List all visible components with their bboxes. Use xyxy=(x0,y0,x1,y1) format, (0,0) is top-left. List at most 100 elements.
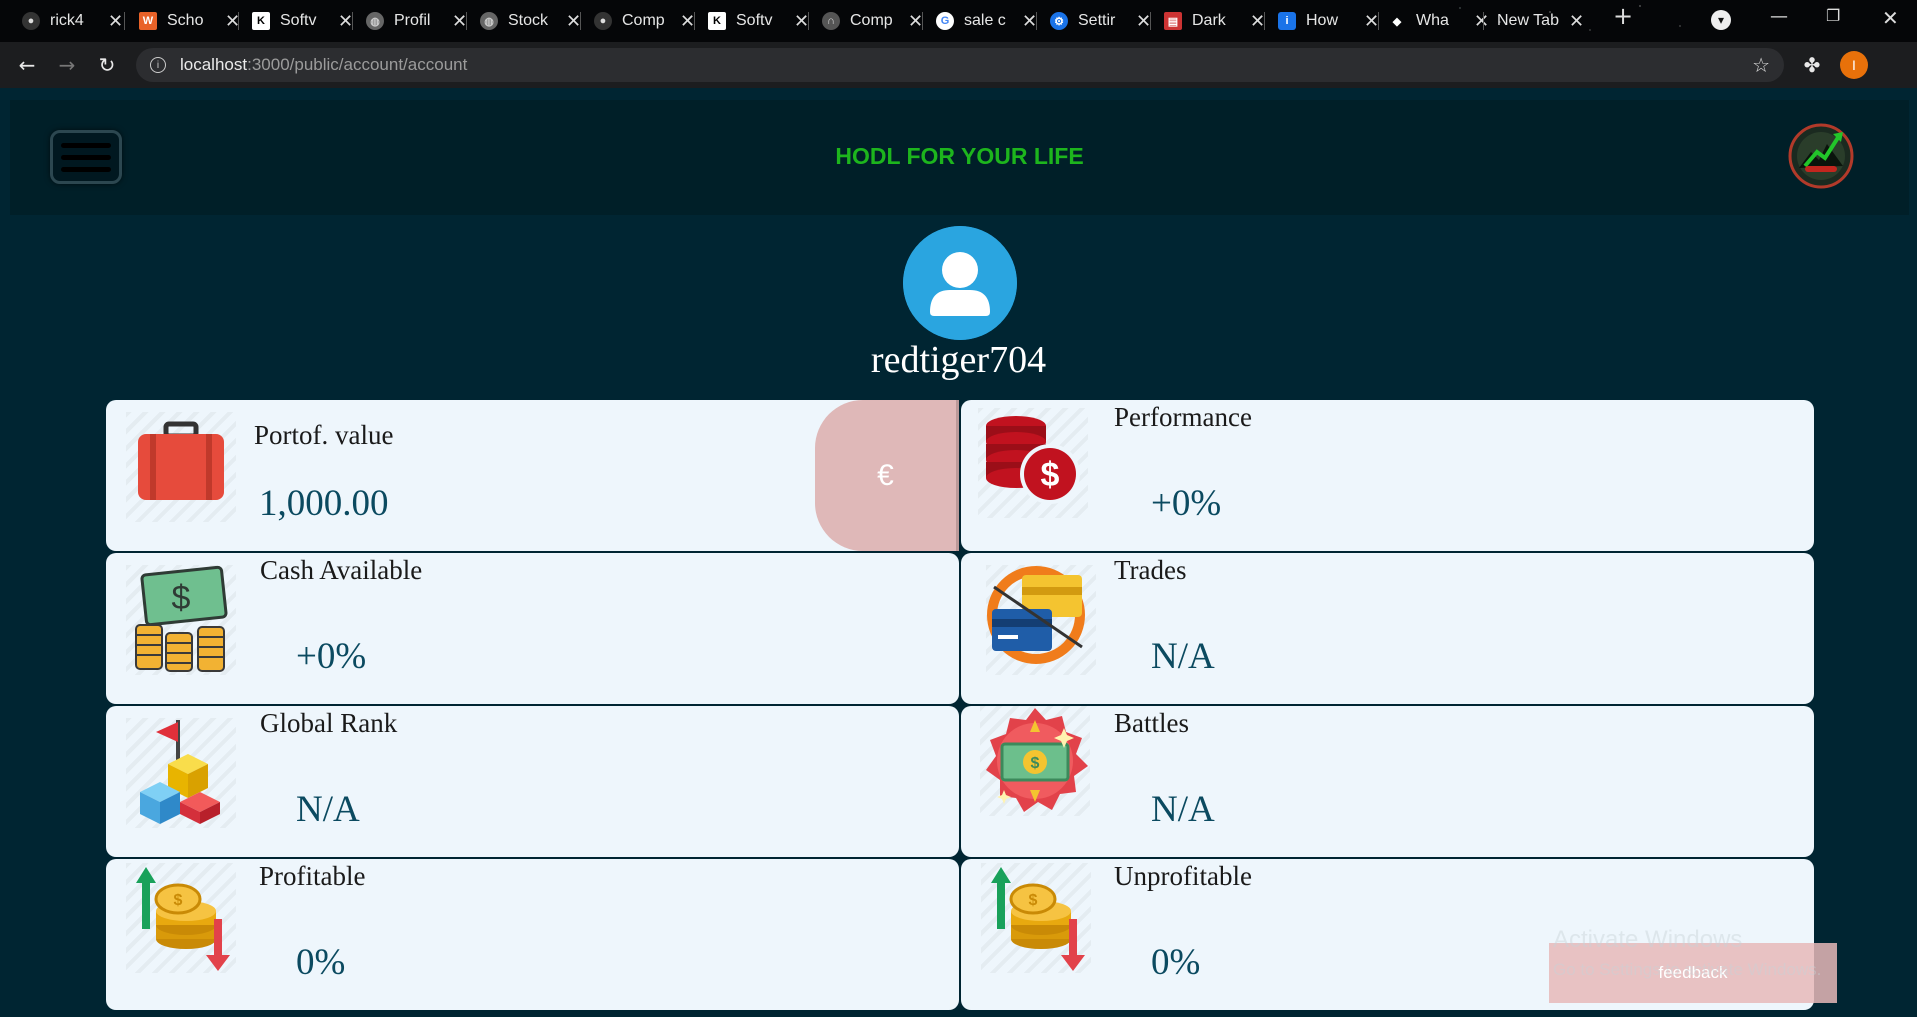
tab-title: Scho xyxy=(167,12,204,29)
url-text[interactable]: localhost:3000/public/account/account xyxy=(180,55,467,75)
svg-text:$: $ xyxy=(172,579,191,617)
k-icon: K xyxy=(708,12,726,30)
currency-toggle-button[interactable]: € xyxy=(815,400,959,551)
browser-tab[interactable]: i How ✕ xyxy=(1278,6,1379,36)
close-tab-icon[interactable]: ✕ xyxy=(908,11,923,32)
browser-tab[interactable]: K Softv ✕ xyxy=(252,6,353,36)
gear-icon: ⚙ xyxy=(1050,12,1068,30)
close-tab-icon[interactable]: ✕ xyxy=(1364,11,1379,32)
browser-tab-active[interactable]: New Tab ✕ xyxy=(1497,6,1584,36)
tab-title: Softv xyxy=(736,12,773,29)
tab-title: Softv xyxy=(280,12,317,29)
tab-title: Dark xyxy=(1192,12,1226,29)
app-header: HODL FOR YOUR LIFE xyxy=(10,100,1909,215)
stat-label: Global Rank xyxy=(260,708,398,738)
restore-icon[interactable]: ❐ xyxy=(1826,6,1840,25)
info-icon: i xyxy=(1278,12,1296,30)
cash-stack-icon: $ xyxy=(126,565,236,675)
w3schools-icon: W xyxy=(139,12,157,30)
watermark-heading: Activate Windows xyxy=(1553,926,1743,953)
stat-label: Performance xyxy=(1114,402,1252,432)
user-avatar-icon xyxy=(903,226,1017,340)
google-icon: G xyxy=(936,12,954,30)
close-tab-icon[interactable]: ✕ xyxy=(1250,11,1265,32)
stat-value: 1,000.00 xyxy=(259,483,389,524)
back-icon[interactable]: ← xyxy=(12,50,42,80)
close-tab-icon[interactable]: ✕ xyxy=(338,11,353,32)
tab-title: Comp xyxy=(622,12,665,29)
svg-text:$: $ xyxy=(1031,755,1040,772)
app-logo-icon[interactable] xyxy=(1787,122,1855,190)
tab-search-icon[interactable]: ▾ xyxy=(1711,10,1731,30)
stat-card-trades: Trades N/A xyxy=(961,553,1814,704)
tab-separator xyxy=(466,12,467,30)
svg-text:$: $ xyxy=(174,892,183,909)
stat-value: N/A xyxy=(1151,789,1215,830)
close-tab-icon[interactable]: ✕ xyxy=(108,11,123,32)
stat-card-cash-available: $ Cash Available +0% xyxy=(106,553,959,704)
tab-separator xyxy=(1036,12,1037,30)
stat-label: Trades xyxy=(1114,555,1187,585)
tab-title: Settir xyxy=(1078,12,1116,29)
stat-label: Portof. value xyxy=(254,420,394,450)
close-tab-icon[interactable]: ✕ xyxy=(1022,11,1037,32)
close-tab-icon[interactable]: ✕ xyxy=(1136,11,1151,32)
reload-icon[interactable]: ↻ xyxy=(92,50,122,80)
url-path: :3000/public/account/account xyxy=(247,55,468,74)
close-window-icon[interactable]: ✕ xyxy=(1882,6,1899,30)
site-info-icon[interactable]: i xyxy=(150,57,166,73)
browser-tab[interactable]: ∩ Comp ✕ xyxy=(822,6,923,36)
profile-avatar[interactable]: I xyxy=(1840,51,1868,79)
bookmark-star-icon[interactable]: ☆ xyxy=(1752,53,1770,77)
stat-value: 0% xyxy=(296,942,346,983)
url-host: localhost xyxy=(180,55,248,74)
tab-separator xyxy=(352,12,353,30)
browser-tab[interactable]: ◆ Wha ✕ xyxy=(1388,6,1489,36)
browser-tab[interactable]: W Scho ✕ xyxy=(139,6,240,36)
coins-arrows-icon: $ xyxy=(981,863,1091,973)
tab-separator xyxy=(124,12,125,30)
watermark-subtext: Go to Settings to activate Windows. xyxy=(1553,960,1822,979)
app-title: HODL FOR YOUR LIFE xyxy=(835,143,1084,169)
stat-value: N/A xyxy=(296,789,360,830)
svg-text:$: $ xyxy=(1041,456,1060,494)
credit-cards-icon xyxy=(986,565,1096,675)
k-icon: K xyxy=(252,12,270,30)
browser-tab[interactable]: ▤ Dark ✕ xyxy=(1164,6,1265,36)
tab-separator xyxy=(1378,12,1379,30)
tab-separator xyxy=(580,12,581,30)
github-icon: ● xyxy=(22,12,40,30)
tab-title: Wha xyxy=(1416,12,1449,29)
close-tab-icon[interactable]: ✕ xyxy=(680,11,695,32)
address-bar[interactable]: i localhost:3000/public/account/account … xyxy=(136,48,1784,82)
stat-card-profitable: $ Profitable 0% xyxy=(106,859,959,1010)
tab-title: sale c xyxy=(964,12,1006,29)
close-tab-icon[interactable]: ✕ xyxy=(1569,11,1584,32)
minimize-icon[interactable]: — xyxy=(1770,6,1788,27)
bird-icon: ◆ xyxy=(1392,15,1402,28)
close-tab-icon[interactable]: ✕ xyxy=(566,11,581,32)
briefcase-icon xyxy=(126,412,236,522)
browser-tab[interactable]: ◍ Profil ✕ xyxy=(366,6,467,36)
browser-tab[interactable]: ● rick4 ✕ xyxy=(22,6,123,36)
forward-icon[interactable]: → xyxy=(52,50,82,80)
stat-card-battles: $ Battles N/A xyxy=(961,706,1814,857)
browser-tab[interactable]: K Softv ✕ xyxy=(708,6,809,36)
address-bar-row: ← → ↻ i localhost:3000/public/account/ac… xyxy=(0,42,1917,88)
globe-icon: ◍ xyxy=(480,12,498,30)
extensions-icon[interactable]: ✤ xyxy=(1797,50,1827,80)
stat-card-performance: $ Performance +0% xyxy=(961,400,1814,551)
close-tab-icon[interactable]: ✕ xyxy=(452,11,467,32)
browser-tab[interactable]: ● Comp ✕ xyxy=(594,6,695,36)
globe-icon: ◍ xyxy=(366,12,384,30)
close-tab-icon[interactable]: ✕ xyxy=(794,11,809,32)
tab-separator xyxy=(1264,12,1265,30)
browser-tab[interactable]: ◍ Stock ✕ xyxy=(480,6,581,36)
tab-separator xyxy=(238,12,239,30)
browser-tab[interactable]: ⚙ Settir ✕ xyxy=(1050,6,1151,36)
stat-label: Profitable xyxy=(259,861,366,891)
close-tab-icon[interactable]: ✕ xyxy=(1474,11,1489,32)
browser-tab[interactable]: G sale c ✕ xyxy=(936,6,1037,36)
new-tab-button[interactable]: + xyxy=(1613,2,1633,30)
stat-label: Unprofitable xyxy=(1114,861,1252,891)
